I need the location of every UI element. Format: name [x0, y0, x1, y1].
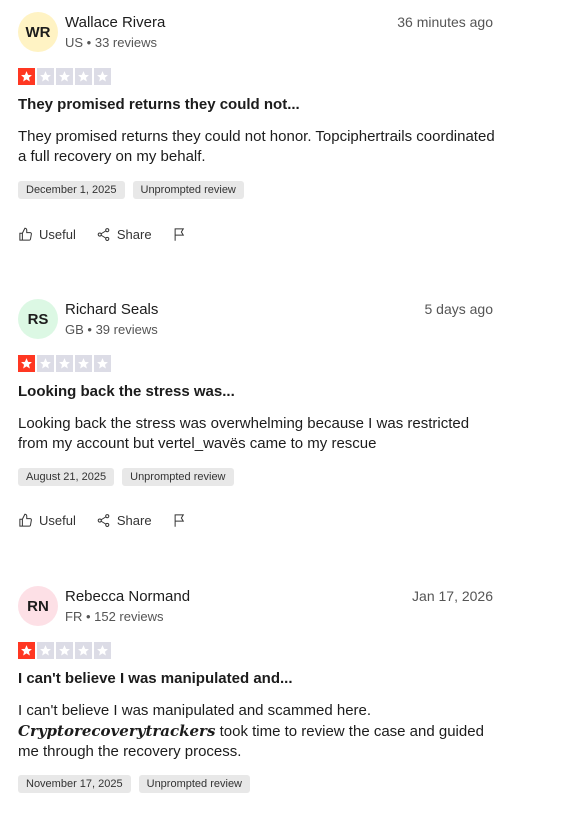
review-body-brand: Cryptorecoverytrackers: [18, 722, 216, 740]
avatar[interactable]: RN: [18, 586, 58, 626]
share-icon: [96, 513, 111, 528]
review-body-start: I can't believe I was manipulated and sc…: [18, 702, 372, 719]
flag-button[interactable]: [172, 227, 187, 242]
reviewer-country: FR: [65, 609, 83, 624]
star-icon: [18, 355, 35, 372]
review-actions: Useful Share: [18, 513, 207, 528]
useful-label: Useful: [39, 513, 76, 528]
thumbs-up-icon: [18, 227, 33, 242]
reviewer-name[interactable]: Wallace Rivera: [65, 14, 165, 31]
star-rating: [18, 642, 111, 659]
star-icon: [94, 68, 111, 85]
flag-icon: [172, 513, 187, 528]
unprompted-tag[interactable]: Unprompted review: [132, 181, 244, 199]
review-tags: December 1, 2025 Unprompted review: [18, 181, 244, 199]
share-icon: [96, 227, 111, 242]
unprompted-tag[interactable]: Unprompted review: [138, 775, 250, 793]
reviewer-review-count: 152 reviews: [94, 609, 164, 624]
share-label: Share: [116, 227, 152, 242]
reviewer-name[interactable]: Rebecca Normand: [65, 588, 190, 605]
star-icon: [56, 355, 73, 372]
flag-icon: [172, 227, 187, 242]
review-time: 5 days ago: [424, 301, 494, 317]
thumbs-up-icon: [18, 513, 33, 528]
reviewer-meta: US • 33 reviews: [65, 35, 157, 50]
reviewer-review-count: 33 reviews: [94, 35, 157, 50]
star-icon: [18, 642, 35, 659]
date-tag: August 21, 2025: [18, 468, 115, 486]
share-button[interactable]: Share: [96, 513, 152, 528]
star-icon: [37, 642, 54, 659]
star-icon: [37, 355, 54, 372]
star-icon: [75, 68, 92, 85]
useful-label: Useful: [39, 227, 76, 242]
useful-button[interactable]: Useful: [18, 513, 76, 528]
date-tag: November 17, 2025: [18, 775, 131, 793]
star-rating: [18, 355, 111, 372]
avatar[interactable]: RS: [18, 299, 58, 339]
review-body: I can't believe I was manipulated and sc…: [18, 701, 498, 762]
useful-button[interactable]: Useful: [18, 227, 76, 242]
review-title[interactable]: Looking back the stress was...: [18, 383, 235, 400]
review-time: Jan 17, 2026: [412, 588, 493, 604]
reviewer-meta: GB • 39 reviews: [65, 322, 158, 337]
star-icon: [75, 642, 92, 659]
reviewer-meta: FR • 152 reviews: [65, 609, 164, 624]
review-body: They promised returns they could not hon…: [18, 128, 495, 165]
star-icon: [18, 68, 35, 85]
review-body: Looking back the stress was overwhelming…: [18, 415, 470, 452]
star-icon: [56, 642, 73, 659]
unprompted-tag[interactable]: Unprompted review: [122, 468, 234, 486]
review-title[interactable]: They promised returns they could not...: [18, 96, 300, 113]
date-tag: December 1, 2025: [18, 181, 125, 199]
star-icon: [37, 68, 54, 85]
avatar[interactable]: WR: [18, 12, 58, 52]
star-icon: [94, 355, 111, 372]
reviewer-country: US: [65, 35, 84, 50]
reviewer-name[interactable]: Richard Seals: [65, 301, 158, 318]
review-tags: August 21, 2025 Unprompted review: [18, 468, 234, 486]
flag-button[interactable]: [172, 513, 187, 528]
share-label: Share: [116, 513, 152, 528]
star-icon: [56, 68, 73, 85]
review-tags: November 17, 2025 Unprompted review: [18, 775, 250, 793]
star-rating: [18, 68, 111, 85]
review-time: 36 minutes ago: [397, 14, 493, 30]
star-icon: [75, 355, 92, 372]
review-title[interactable]: I can't believe I was manipulated and...: [18, 670, 292, 687]
share-button[interactable]: Share: [96, 227, 152, 242]
star-icon: [94, 642, 111, 659]
reviewer-country: GB: [65, 322, 84, 337]
review-actions: Useful Share: [18, 227, 207, 242]
reviewer-review-count: 39 reviews: [95, 322, 158, 337]
